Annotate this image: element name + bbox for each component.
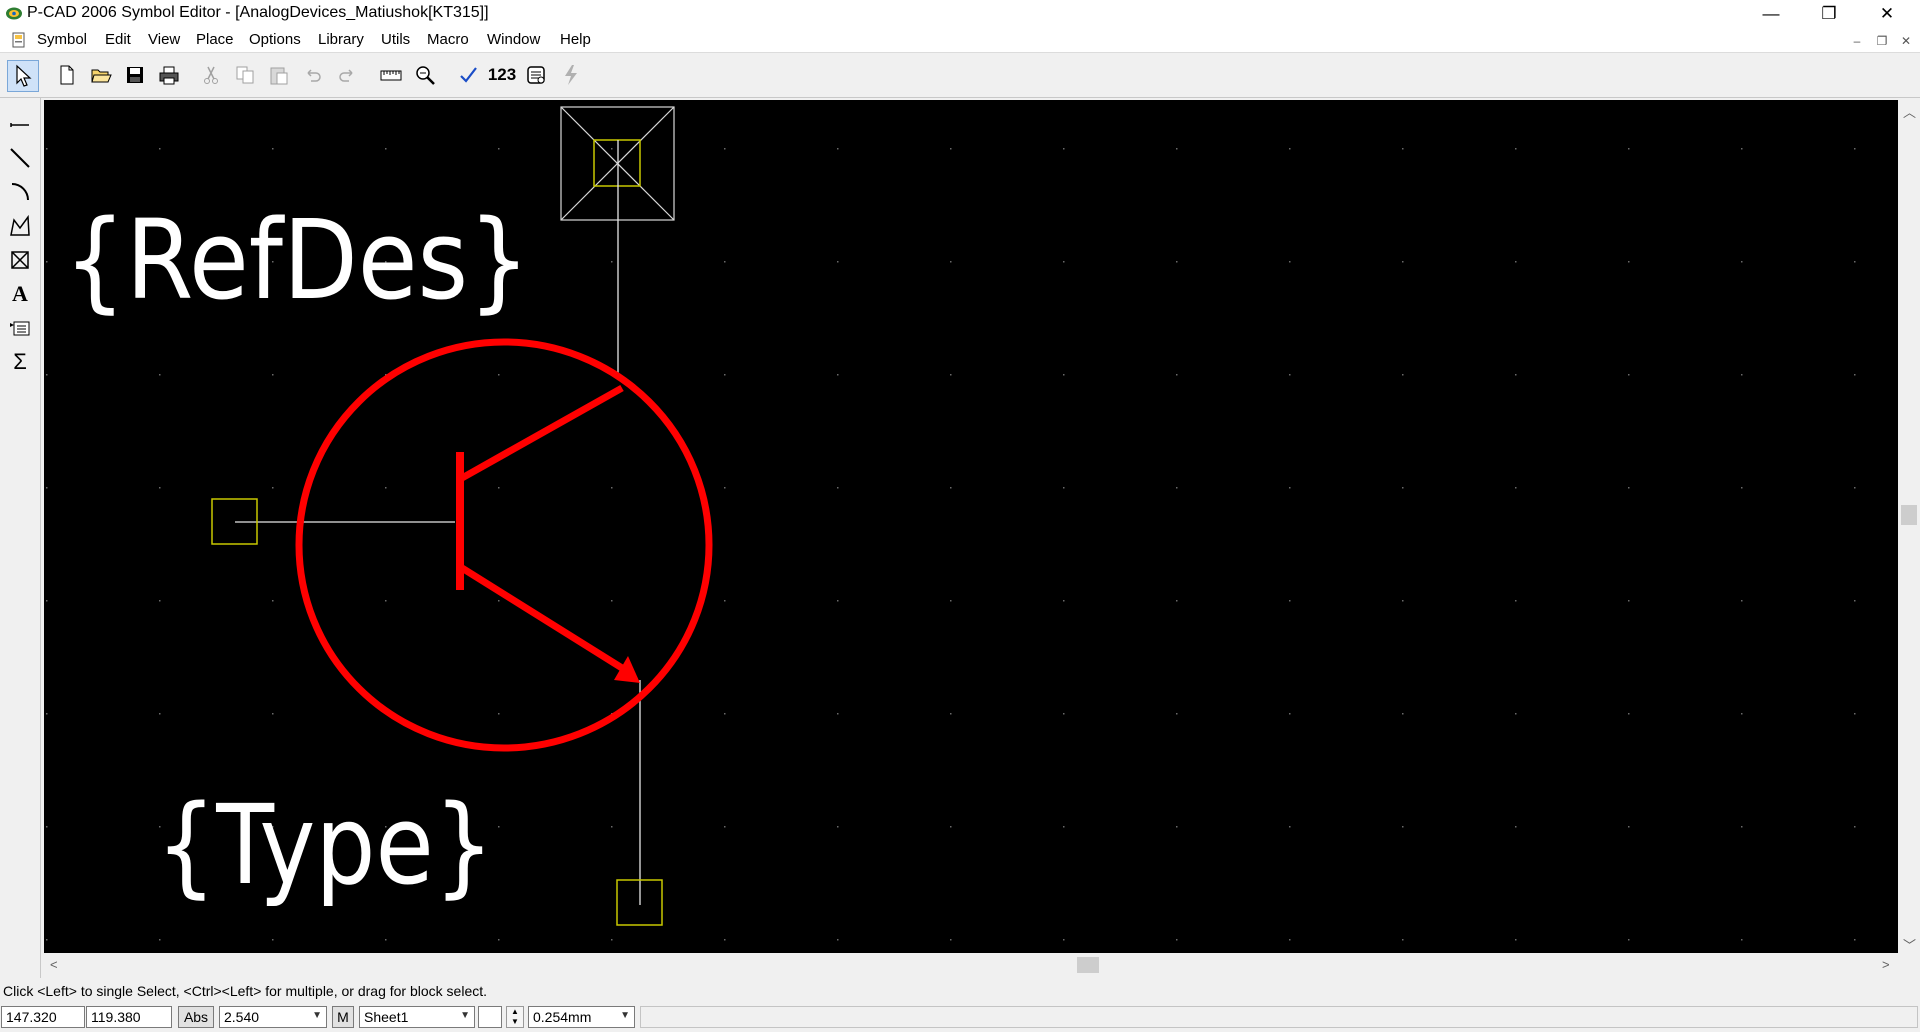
copy-button[interactable] xyxy=(230,60,260,90)
place-ref-point-button[interactable] xyxy=(6,246,34,274)
select-tool-button[interactable] xyxy=(7,60,39,92)
zoom-icon xyxy=(416,66,435,85)
redo-icon xyxy=(339,69,353,82)
cut-icon xyxy=(204,66,218,84)
pin-numbers-icon: 123 xyxy=(487,65,517,84)
symbol-wizard-button[interactable] xyxy=(521,60,551,90)
scroll-corner xyxy=(1898,953,1920,977)
undo-button[interactable] xyxy=(298,60,328,90)
place-polygon-button[interactable] xyxy=(6,212,34,240)
app-logo-icon xyxy=(5,6,23,21)
line-width-spinner[interactable]: ▲ ▼ xyxy=(506,1006,524,1028)
menu-symbol[interactable]: Symbol xyxy=(37,31,87,48)
menu-help[interactable]: Help xyxy=(560,31,591,48)
place-arc-icon xyxy=(11,183,29,201)
open-button[interactable] xyxy=(86,60,116,90)
paste-icon xyxy=(270,67,288,85)
menu-place[interactable]: Place xyxy=(196,31,234,48)
menu-library[interactable]: Library xyxy=(318,31,364,48)
vertical-scroll-thumb[interactable] xyxy=(1901,505,1917,525)
sheet-value: Sheet1 xyxy=(364,1009,409,1025)
zoom-button[interactable] xyxy=(410,60,440,90)
color-swatch[interactable] xyxy=(478,1006,502,1028)
scroll-down-arrow-icon[interactable]: ﹀ xyxy=(1903,935,1916,954)
minimize-button[interactable]: — xyxy=(1742,0,1800,28)
abs-toggle-button[interactable]: Abs xyxy=(178,1006,214,1028)
chevron-down-icon: ▼ xyxy=(312,1010,322,1021)
place-text-icon: A xyxy=(12,281,28,306)
select-arrow-icon xyxy=(16,64,32,87)
menu-options[interactable]: Options xyxy=(249,31,301,48)
grid-value: 2.540 xyxy=(224,1009,260,1025)
refdes-label[interactable]: {RefDes} xyxy=(64,196,530,324)
status-hint: Click <Left> to single Select, <Ctrl><Le… xyxy=(3,983,488,999)
scroll-right-arrow-icon[interactable]: > xyxy=(1882,957,1890,972)
place-attribute-button[interactable] xyxy=(6,314,34,342)
menu-utils[interactable]: Utils xyxy=(381,31,410,48)
undo-icon xyxy=(307,69,321,82)
design-canvas[interactable]: {RefDes} {Type} xyxy=(44,100,1898,953)
run-icon xyxy=(565,65,577,85)
vertical-scrollbar[interactable]: ︿ ﹀ xyxy=(1898,100,1920,953)
print-icon xyxy=(159,66,179,85)
place-pin-icon xyxy=(10,123,29,127)
x-coordinate-field[interactable]: 147.320 xyxy=(1,1006,85,1028)
horizontal-scrollbar[interactable]: < > xyxy=(44,953,1898,977)
paste-button[interactable] xyxy=(264,60,294,90)
mdi-minimize-button[interactable]: – xyxy=(1847,32,1867,50)
place-pin-button[interactable] xyxy=(6,110,34,138)
menu-macro[interactable]: Macro xyxy=(427,31,469,48)
sheet-select[interactable]: Sheet1 ▼ xyxy=(359,1006,475,1028)
close-button[interactable]: ✕ xyxy=(1858,0,1916,28)
menu-view[interactable]: View xyxy=(148,31,180,48)
place-text-button[interactable]: A xyxy=(6,280,34,308)
place-polygon-icon xyxy=(10,214,30,236)
y-coordinate-field[interactable]: 119.380 xyxy=(86,1006,172,1028)
new-file-button[interactable] xyxy=(52,60,82,90)
window-title: P-CAD 2006 Symbol Editor - [AnalogDevice… xyxy=(27,4,489,21)
print-button[interactable] xyxy=(154,60,184,90)
chevron-down-icon: ▼ xyxy=(460,1010,470,1021)
place-line-icon xyxy=(10,148,30,168)
pin-numbers-button[interactable]: 123 xyxy=(485,60,519,90)
measure-ruler-icon xyxy=(380,70,402,81)
menu-window[interactable]: Window xyxy=(487,31,540,48)
place-field-icon: Σ xyxy=(13,349,27,374)
scroll-up-arrow-icon[interactable]: ︿ xyxy=(1903,102,1916,121)
check-icon xyxy=(460,67,477,83)
restore-button[interactable]: ❐ xyxy=(1800,0,1858,28)
new-file-icon xyxy=(60,65,74,85)
symbol-wizard-icon xyxy=(527,66,545,84)
mdi-restore-button[interactable]: ❐ xyxy=(1872,32,1892,50)
status-panel xyxy=(640,1006,1918,1028)
place-arc-button[interactable] xyxy=(6,178,34,206)
chevron-down-icon: ▼ xyxy=(620,1010,630,1021)
document-icon[interactable] xyxy=(10,31,28,49)
line-width-select[interactable]: 0.254mm ▼ xyxy=(528,1006,635,1028)
measure-button[interactable] xyxy=(376,60,406,90)
save-button[interactable] xyxy=(120,60,150,90)
save-icon xyxy=(127,67,143,83)
m-toggle-button[interactable]: M xyxy=(332,1006,354,1028)
horizontal-scroll-thumb[interactable] xyxy=(1077,957,1099,973)
transistor-symbol[interactable] xyxy=(295,338,713,752)
menu-edit[interactable]: Edit xyxy=(105,31,131,48)
grid-select[interactable]: 2.540 ▼ xyxy=(219,1006,327,1028)
mdi-close-button[interactable]: ✕ xyxy=(1896,32,1916,50)
type-label[interactable]: {Type} xyxy=(156,781,494,909)
open-folder-icon xyxy=(91,69,112,83)
line-width-value: 0.254mm xyxy=(533,1009,592,1025)
verify-button[interactable] xyxy=(453,60,483,90)
place-attribute-icon xyxy=(10,321,30,336)
run-button[interactable] xyxy=(556,60,586,90)
place-field-button[interactable]: Σ xyxy=(6,348,34,376)
cut-button[interactable] xyxy=(196,60,226,90)
redo-button[interactable] xyxy=(332,60,362,90)
place-ref-point-icon xyxy=(11,251,29,269)
scroll-left-arrow-icon[interactable]: < xyxy=(50,957,58,972)
copy-icon xyxy=(236,66,254,84)
place-line-button[interactable] xyxy=(6,144,34,172)
